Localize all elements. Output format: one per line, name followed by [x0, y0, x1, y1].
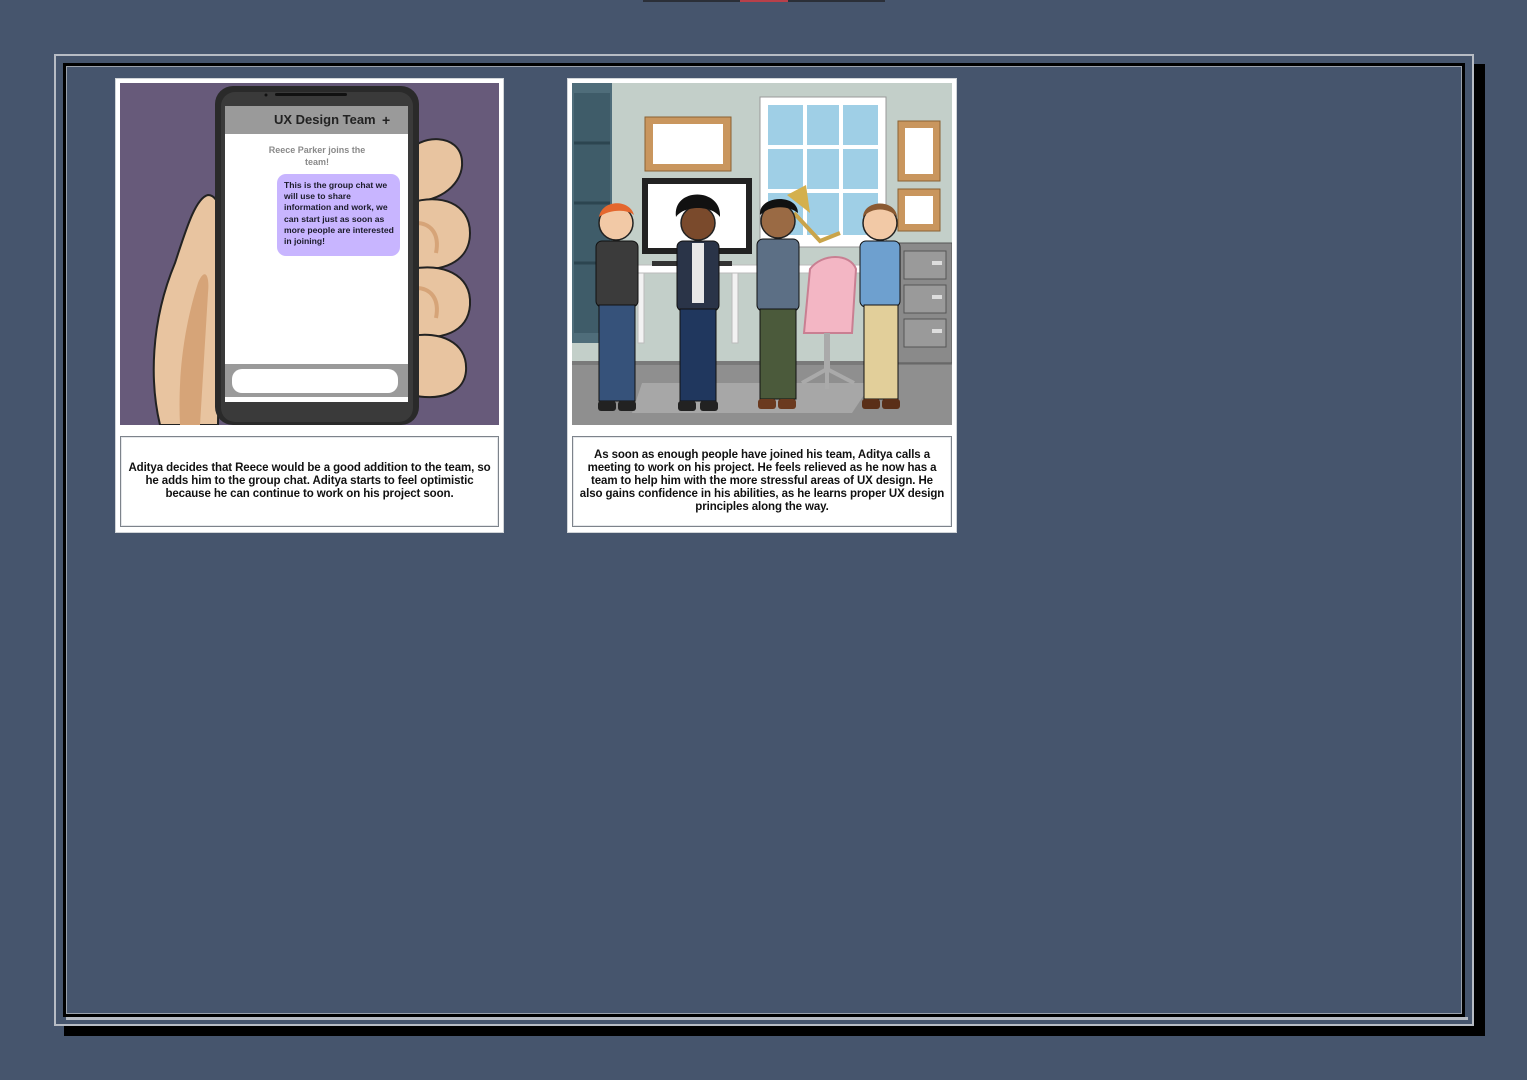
- cell-2-caption-box[interactable]: As soon as enough people have joined his…: [572, 436, 952, 527]
- chat-title: UX Design Team: [274, 112, 376, 127]
- storyboard-cell-1[interactable]: UX Design Team + Reece Parker joins the …: [115, 78, 504, 533]
- storyboard-cell-2[interactable]: As soon as enough people have joined his…: [567, 78, 957, 533]
- cell-1-scene: UX Design Team + Reece Parker joins the …: [120, 83, 499, 425]
- cell-1-caption: Aditya decides that Reece would be a goo…: [128, 462, 491, 500]
- top-scroll-indicator: [643, 0, 885, 2]
- scroll-indicator-accent: [740, 0, 788, 2]
- join-notification: Reece Parker joins the team!: [268, 145, 366, 167]
- chat-message-bubble: This is the group chat we will use to sh…: [277, 174, 400, 256]
- cell-1-caption-box[interactable]: Aditya decides that Reece would be a goo…: [120, 436, 499, 527]
- cell-2-caption: As soon as enough people have joined his…: [579, 449, 945, 513]
- office-meeting-illustration: [572, 83, 952, 425]
- cell-2-scene: [572, 83, 952, 425]
- add-member-icon: +: [382, 112, 391, 128]
